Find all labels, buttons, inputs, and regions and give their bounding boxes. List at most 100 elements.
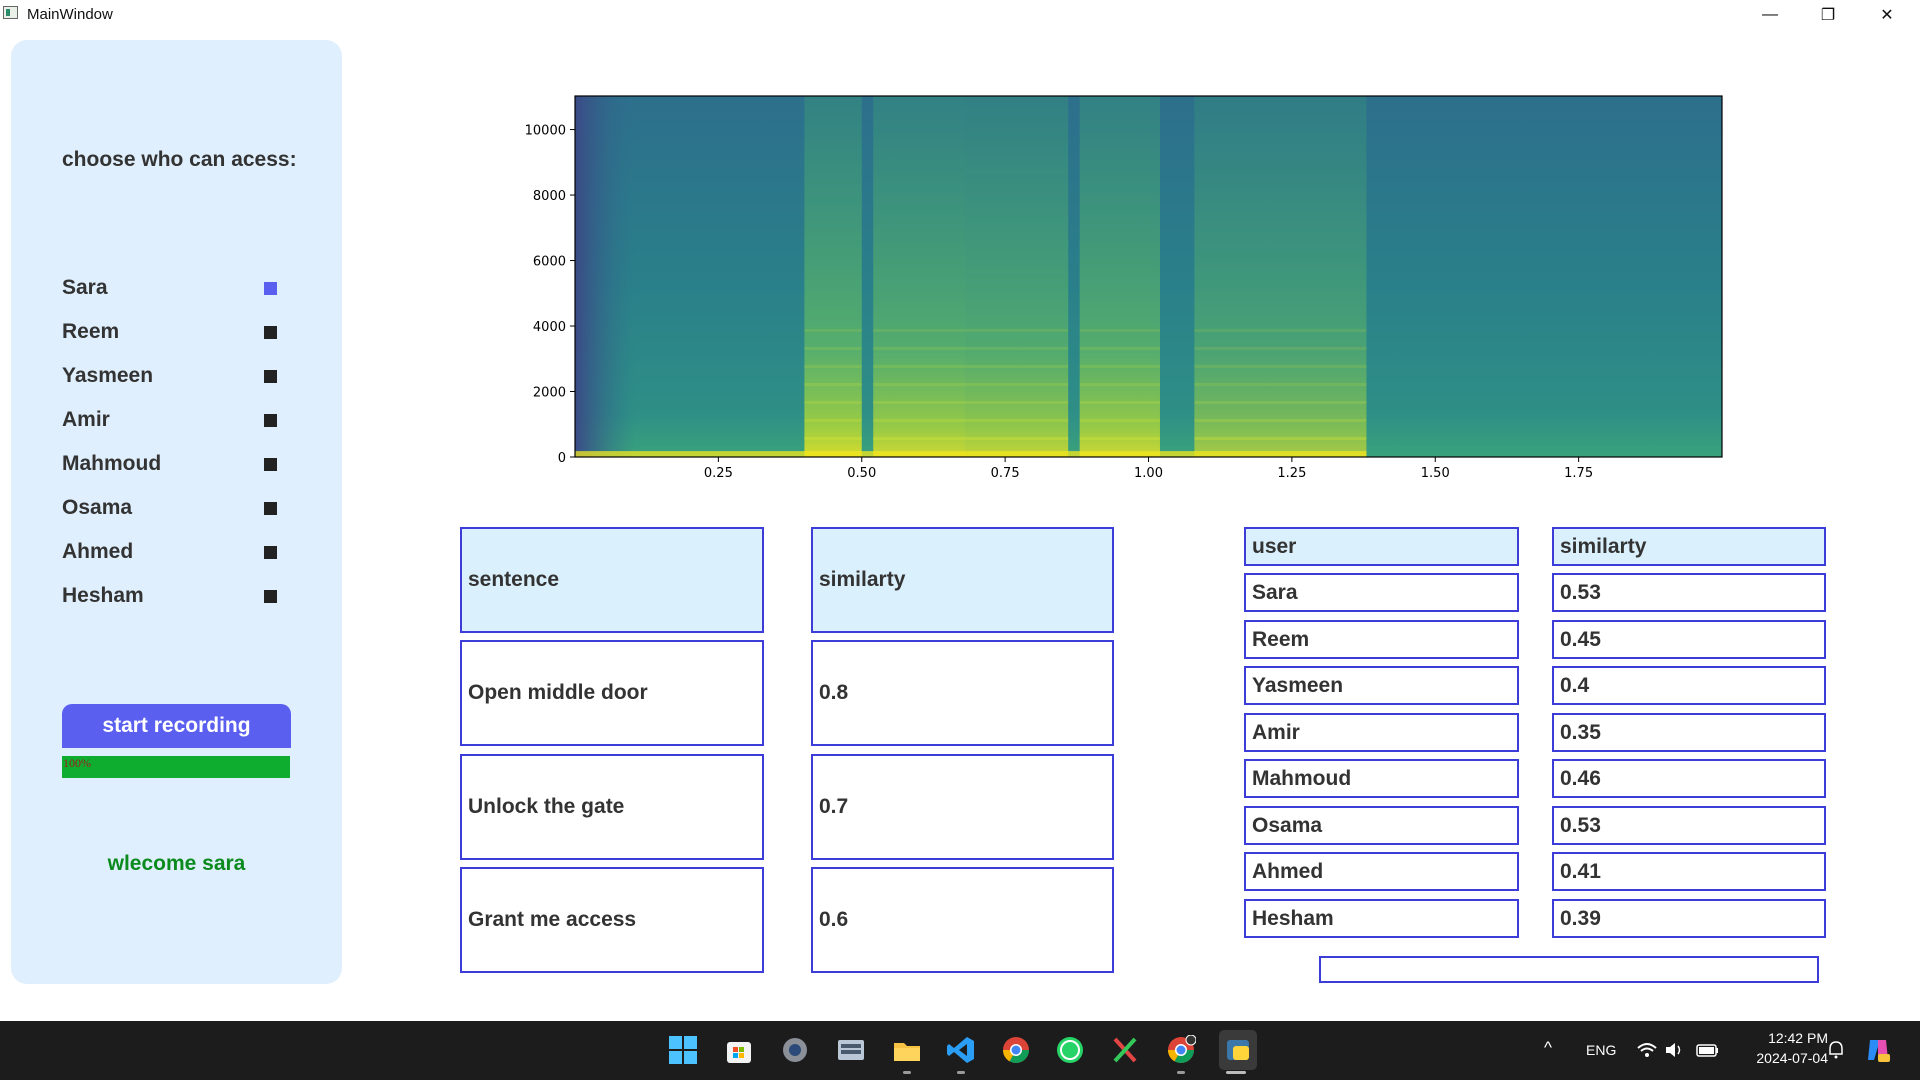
user-header: user bbox=[1244, 527, 1519, 566]
battery-icon[interactable] bbox=[1696, 1040, 1720, 1060]
spectrogram-harmonic-band bbox=[1079, 328, 1160, 332]
spectrogram-harmonic-band bbox=[804, 346, 862, 350]
user-cell: Osama bbox=[1244, 806, 1519, 845]
notification-bell-icon[interactable] bbox=[1826, 1040, 1846, 1060]
user-row-yasmeen[interactable]: Yasmeen bbox=[62, 362, 292, 392]
spectrogram-harmonic-band bbox=[1079, 400, 1160, 404]
user-label: Hesham bbox=[62, 584, 144, 607]
spectrogram-low-energy-region bbox=[575, 96, 635, 457]
window-title: MainWindow bbox=[27, 6, 113, 23]
user-checkbox[interactable] bbox=[264, 458, 277, 471]
x-tick-label: 0.50 bbox=[847, 466, 876, 481]
user-row-reem[interactable]: Reem bbox=[62, 318, 292, 348]
microsoft-store-icon[interactable] bbox=[724, 1035, 754, 1065]
user-checkbox[interactable] bbox=[264, 546, 277, 559]
spectrogram-harmonic-band bbox=[964, 364, 1069, 368]
spectrogram-harmonic-band bbox=[1194, 436, 1367, 440]
spectrogram-harmonic-band bbox=[804, 400, 862, 404]
spectrogram-harmonic-band bbox=[964, 418, 1069, 422]
settings-icon[interactable] bbox=[780, 1035, 810, 1065]
user-row-ahmed[interactable]: Ahmed bbox=[62, 538, 292, 568]
user-checkbox[interactable] bbox=[264, 590, 277, 603]
result-field[interactable] bbox=[1319, 956, 1819, 983]
spectrogram-harmonic-band bbox=[964, 400, 1069, 404]
user-row-sara[interactable]: Sara bbox=[62, 274, 292, 304]
spectrogram-harmonic-band bbox=[804, 436, 862, 440]
user-label: Reem bbox=[62, 320, 120, 343]
spectrogram-harmonic-band bbox=[1079, 382, 1160, 386]
volume-icon[interactable] bbox=[1664, 1040, 1686, 1060]
spectrogram-harmonic-band bbox=[873, 400, 965, 404]
vscode-icon[interactable] bbox=[946, 1035, 976, 1065]
spectrogram-harmonic-band bbox=[1079, 418, 1160, 422]
whatsapp-icon[interactable] bbox=[1055, 1035, 1085, 1065]
running-indicator bbox=[1177, 1071, 1185, 1074]
y-tick-label: 10000 bbox=[525, 124, 566, 139]
x-tick-label: 1.50 bbox=[1421, 466, 1450, 481]
user-cell: Ahmed bbox=[1244, 852, 1519, 891]
spectrogram-plot: 0.25 0.50 0.75 1.00 1.25 1.50 1.75 0 2000 4000 600… bbox=[500, 90, 1740, 490]
x-tick-label: 1.25 bbox=[1277, 466, 1306, 481]
keyboard-app-icon[interactable] bbox=[836, 1035, 866, 1065]
python-app-icon[interactable] bbox=[1219, 1030, 1257, 1070]
user-checkbox[interactable] bbox=[264, 282, 277, 295]
tray-chevron-icon[interactable]: ^ bbox=[1544, 1038, 1552, 1058]
user-checkbox[interactable] bbox=[264, 326, 277, 339]
chrome-profile-icon[interactable] bbox=[1166, 1034, 1197, 1065]
start-recording-button[interactable]: start recording bbox=[62, 704, 291, 748]
spectrogram-harmonic-band bbox=[964, 346, 1069, 350]
user-similarity-cell: 0.4 bbox=[1552, 666, 1826, 705]
copilot-icon[interactable] bbox=[1864, 1036, 1892, 1064]
close-button[interactable]: ✕ bbox=[1858, 0, 1916, 29]
sentence-similarity-cell: 0.7 bbox=[811, 754, 1114, 860]
user-cell: Mahmoud bbox=[1244, 759, 1519, 798]
spectrogram-harmonic-band bbox=[1079, 436, 1160, 440]
spectrogram-canvas: 0.25 0.50 0.75 1.00 1.25 1.50 1.75 0 2000 4000 600… bbox=[525, 95, 1723, 481]
wifi-icon[interactable] bbox=[1636, 1040, 1658, 1060]
spectrogram-harmonic-band bbox=[1194, 418, 1367, 422]
user-cell: Reem bbox=[1244, 620, 1519, 659]
progress-fill bbox=[62, 756, 290, 778]
x-tick-label: 1.75 bbox=[1564, 466, 1593, 481]
user-row-osama[interactable]: Osama bbox=[62, 494, 292, 524]
spectrogram-harmonic-band bbox=[964, 436, 1069, 440]
spectrogram-harmonic-band bbox=[873, 418, 965, 422]
spectrogram-harmonic-band bbox=[873, 328, 965, 332]
y-tick-label: 2000 bbox=[533, 386, 566, 401]
y-tick-label: 4000 bbox=[533, 320, 566, 335]
chrome-icon[interactable] bbox=[1001, 1035, 1031, 1065]
user-checkbox[interactable] bbox=[264, 370, 277, 383]
language-indicator[interactable]: ENG bbox=[1586, 1042, 1616, 1058]
sentence-header: sentence bbox=[460, 527, 764, 633]
windows-start-icon[interactable] bbox=[668, 1035, 698, 1065]
spectrogram-harmonic-band bbox=[804, 418, 862, 422]
snipping-tool-icon[interactable] bbox=[1110, 1035, 1140, 1065]
user-similarity-cell: 0.39 bbox=[1552, 899, 1826, 938]
spectrogram-harmonic-band bbox=[1194, 382, 1367, 386]
user-row-amir[interactable]: Amir bbox=[62, 406, 292, 436]
clock-date[interactable]: 2024-07-04 bbox=[1738, 1050, 1828, 1066]
spectrogram-harmonic-band bbox=[873, 436, 965, 440]
user-checkbox[interactable] bbox=[264, 414, 277, 427]
sentence-similarity-header: similarty bbox=[811, 527, 1114, 633]
recording-progress-bar: 100% bbox=[62, 756, 290, 778]
sentence-cell: Open middle door bbox=[460, 640, 764, 746]
user-label: Ahmed bbox=[62, 540, 134, 563]
y-tick-label: 0 bbox=[558, 451, 566, 466]
access-heading: choose who can acess: bbox=[62, 148, 297, 171]
file-explorer-icon[interactable] bbox=[892, 1035, 922, 1065]
spectrogram-harmonic-band bbox=[1194, 364, 1367, 368]
user-similarity-cell: 0.46 bbox=[1552, 759, 1826, 798]
user-row-mahmoud[interactable]: Mahmoud bbox=[62, 450, 292, 480]
restore-button[interactable]: ❐ bbox=[1799, 0, 1857, 29]
clock-time[interactable]: 12:42 PM bbox=[1752, 1030, 1828, 1046]
user-row-hesham[interactable]: Hesham bbox=[62, 582, 292, 612]
minimize-button[interactable]: — bbox=[1741, 0, 1799, 29]
user-cell: Hesham bbox=[1244, 899, 1519, 938]
spectrogram-harmonic-band bbox=[1194, 400, 1367, 404]
spectrogram-harmonic-band bbox=[804, 364, 862, 368]
user-cell: Sara bbox=[1244, 573, 1519, 612]
user-similarity-cell: 0.35 bbox=[1552, 713, 1826, 752]
user-checkbox[interactable] bbox=[264, 502, 277, 515]
user-similarity-cell: 0.45 bbox=[1552, 620, 1826, 659]
